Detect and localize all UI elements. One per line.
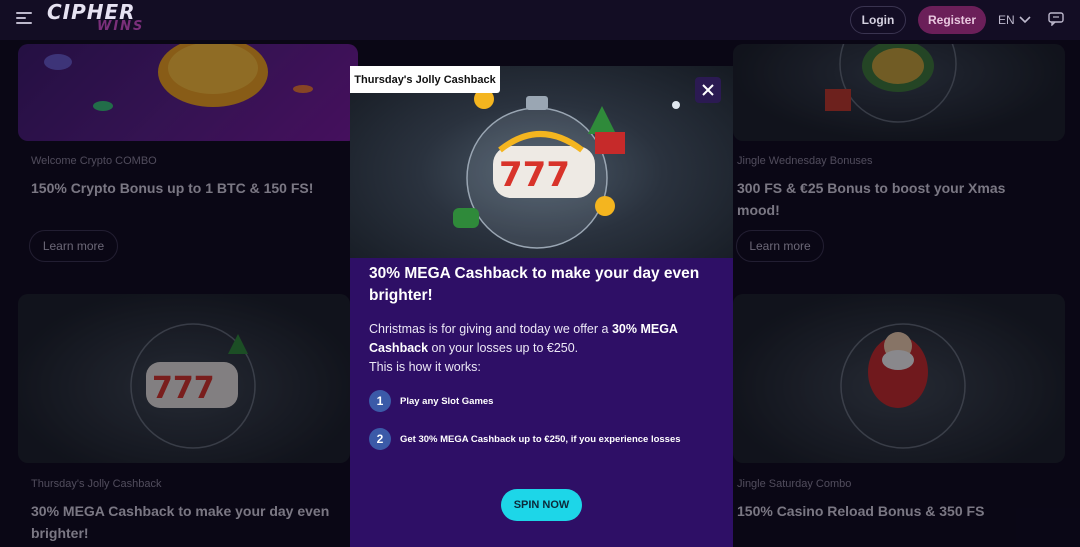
step-item: 2 Get 30% MEGA Cashback up to €250, if y… (369, 428, 681, 450)
how-it-works-label: This is how it works: (369, 360, 481, 374)
login-button[interactable]: Login (850, 6, 906, 34)
chat-icon[interactable] (1048, 12, 1064, 26)
language-selector[interactable]: EN (998, 13, 1031, 27)
spin-now-button[interactable]: SPIN NOW (501, 489, 582, 521)
promo-hero-image: 777 Thursday's Jolly Cashback (350, 66, 733, 258)
promo-modal: 777 Thursday's Jolly Cashback 30% MEGA C… (350, 66, 733, 547)
close-button[interactable] (695, 77, 721, 103)
chevron-down-icon (1019, 16, 1031, 24)
menu-icon[interactable] (16, 12, 32, 26)
promo-tag: Thursday's Jolly Cashback (350, 66, 500, 93)
logo-bottom: WINS (97, 19, 145, 34)
step-text: Get 30% MEGA Cashback up to €250, if you… (400, 433, 681, 445)
top-header: CIPHER WINS Login Register EN (0, 0, 1080, 40)
step-text: Play any Slot Games (400, 395, 494, 407)
logo[interactable]: CIPHER WINS (47, 2, 144, 33)
close-icon (702, 84, 714, 96)
register-button[interactable]: Register (918, 6, 986, 34)
step-number: 2 (369, 428, 391, 450)
slot-ornament-image: 777 (453, 89, 680, 249)
promo-title: 30% MEGA Cashback to make your day even … (369, 265, 700, 304)
step-number: 1 (369, 390, 391, 412)
promo-description: Christmas is for giving and today we off… (369, 322, 678, 355)
svg-text:777: 777 (499, 155, 570, 195)
language-label: EN (998, 13, 1015, 27)
step-item: 1 Play any Slot Games (369, 390, 493, 412)
